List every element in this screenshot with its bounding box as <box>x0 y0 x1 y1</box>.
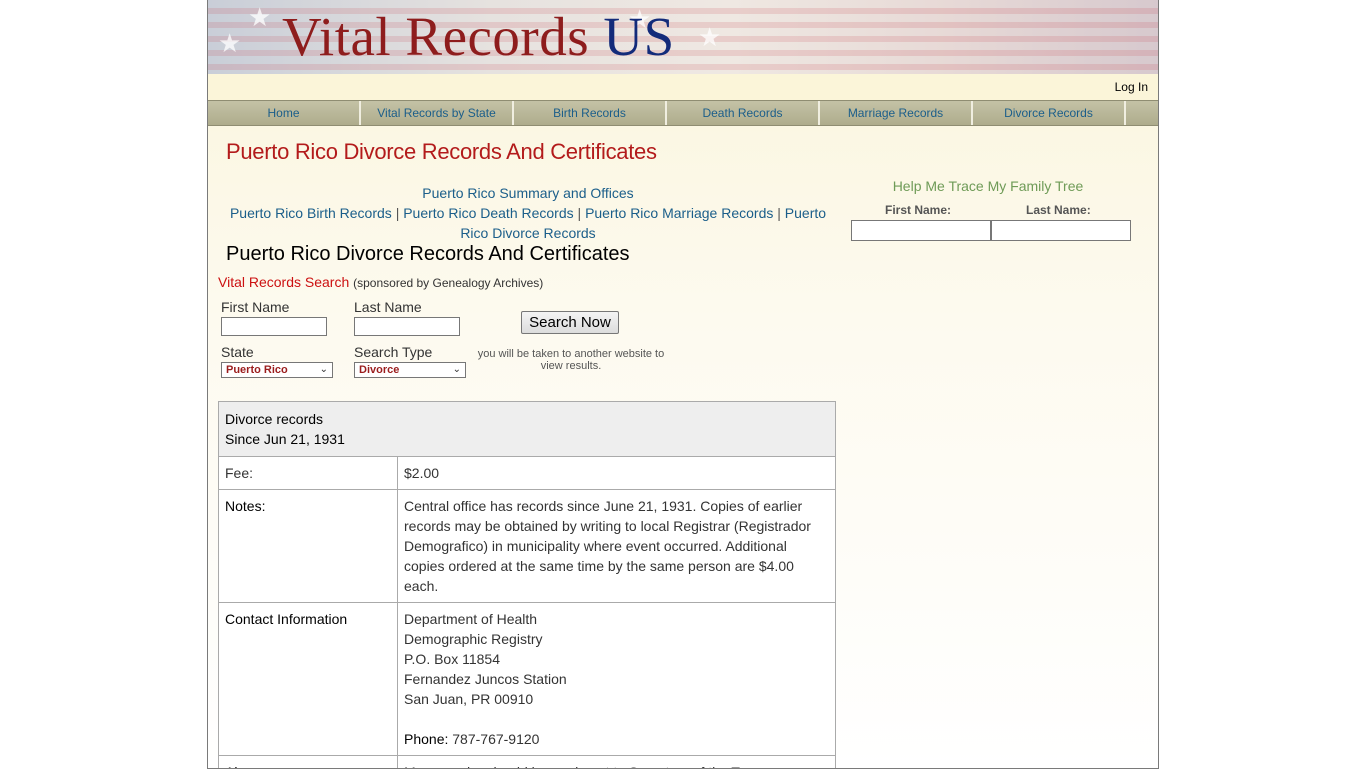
search-widget-title: Vital Records Search <box>218 274 349 290</box>
phone-value: 787-767-9120 <box>452 731 539 747</box>
table-row: Fee: $2.00 <box>219 457 836 490</box>
family-tree-title: Help Me Trace My Family Tree <box>850 178 1126 194</box>
link-marriage-records[interactable]: Puerto Rico Marriage Records <box>585 205 773 221</box>
search-now-button[interactable]: Search Now <box>521 311 619 334</box>
section-heading: Puerto Rico Divorce Records And Certific… <box>226 243 630 266</box>
contact-line: P.O. Box 11854 <box>404 651 500 667</box>
family-last-name-input[interactable] <box>991 220 1131 241</box>
last-name-input[interactable] <box>354 317 460 336</box>
record-type: Divorce records <box>225 411 323 427</box>
redirect-note: you will be taken to another website to … <box>471 348 671 372</box>
family-tree-widget: Help Me Trace My Family Tree First Name:… <box>850 178 1126 194</box>
nav-death-records[interactable]: Death Records <box>667 101 820 125</box>
star-icon: ★ <box>698 24 721 50</box>
fee-value: $2.00 <box>398 457 836 490</box>
contact-label: Contact Information <box>219 603 398 756</box>
site-logo[interactable]: Vital Records US <box>282 4 675 70</box>
main-nav: Home Vital Records by State Birth Record… <box>208 100 1158 126</box>
first-name-label: First Name <box>221 299 289 315</box>
contact-line: Fernandez Juncos Station <box>404 671 567 687</box>
last-name-label: Last Name <box>354 299 422 315</box>
page-container: ★ ★ ★ ★ Vital Records US Log In Home Vit… <box>207 0 1159 769</box>
record-since-date: Since Jun 21, 1931 <box>225 431 345 447</box>
login-bar: Log In <box>208 74 1158 100</box>
phone-label: Phone: <box>404 731 448 747</box>
fee-label: Fee: <box>219 457 398 490</box>
nav-marriage-records[interactable]: Marriage Records <box>820 101 973 125</box>
link-separator: | <box>777 205 781 221</box>
contact-line: Demographic Registry <box>404 631 543 647</box>
search-sponsor-note: (sponsored by Genealogy Archives) <box>353 276 543 290</box>
site-banner: ★ ★ ★ ★ Vital Records US <box>208 0 1158 74</box>
state-select[interactable]: Puerto Rico ⌄ <box>221 362 333 378</box>
search-type-label: Search Type <box>354 344 432 360</box>
link-separator: | <box>396 205 400 221</box>
star-icon: ★ <box>248 4 271 30</box>
link-death-records[interactable]: Puerto Rico Death Records <box>403 205 573 221</box>
state-record-links: Puerto Rico Summary and Offices Puerto R… <box>218 183 838 243</box>
contact-line: Department of Health <box>404 611 537 627</box>
nav-divorce-records[interactable]: Divorce Records <box>973 101 1126 125</box>
notes-value: Central office has records since June 21… <box>398 490 836 603</box>
table-row: Divorce records Since Jun 21, 1931 <box>219 402 836 457</box>
family-first-name-label: First Name: <box>885 203 951 217</box>
link-separator: | <box>578 205 582 221</box>
main-content: Puerto Rico Divorce Records And Certific… <box>208 126 1158 768</box>
divorce-records-table: Divorce records Since Jun 21, 1931 Fee: … <box>218 401 836 769</box>
table-row: Notes: Central office has records since … <box>219 490 836 603</box>
star-icon: ★ <box>218 30 241 56</box>
table-header-cell: Divorce records Since Jun 21, 1931 <box>219 402 836 457</box>
search-type-select-value: Divorce <box>359 364 399 376</box>
also-value: Money order should be made out to Secret… <box>398 756 836 769</box>
nav-home[interactable]: Home <box>208 101 361 125</box>
state-label: State <box>221 344 254 360</box>
logo-text-us: US <box>603 6 674 67</box>
family-first-name-input[interactable] <box>851 220 991 241</box>
contact-line: San Juan, PR 00910 <box>404 691 533 707</box>
vital-records-search-header: Vital Records Search (sponsored by Genea… <box>218 274 543 290</box>
chevron-down-icon: ⌄ <box>320 363 328 377</box>
also-label: Also <box>219 756 398 769</box>
table-row: Contact Information Department of Health… <box>219 603 836 756</box>
link-summary-offices[interactable]: Puerto Rico Summary and Offices <box>422 185 633 201</box>
page-title: Puerto Rico Divorce Records And Certific… <box>226 139 657 165</box>
logo-text-main: Vital Records <box>282 6 589 67</box>
table-row: Also Money order should be made out to S… <box>219 756 836 769</box>
nav-birth-records[interactable]: Birth Records <box>514 101 667 125</box>
notes-label: Notes: <box>219 490 398 603</box>
state-select-value: Puerto Rico <box>226 364 288 376</box>
contact-value: Department of Health Demographic Registr… <box>398 603 836 756</box>
nav-vital-records-by-state[interactable]: Vital Records by State <box>361 101 514 125</box>
login-link[interactable]: Log In <box>1115 80 1148 94</box>
search-type-select[interactable]: Divorce ⌄ <box>354 362 466 378</box>
link-birth-records[interactable]: Puerto Rico Birth Records <box>230 205 392 221</box>
first-name-input[interactable] <box>221 317 327 336</box>
family-last-name-label: Last Name: <box>1026 203 1091 217</box>
chevron-down-icon: ⌄ <box>453 363 461 377</box>
